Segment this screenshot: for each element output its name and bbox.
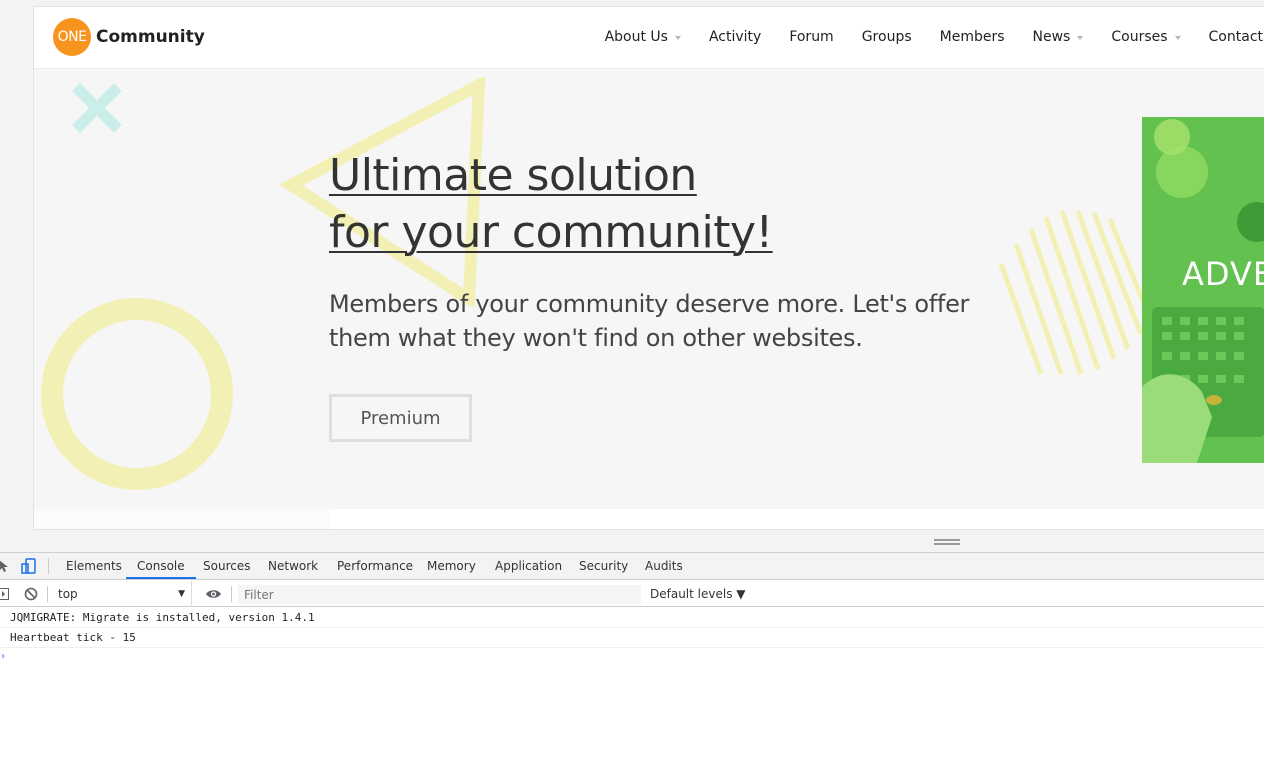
nav-label: About Us — [604, 29, 668, 45]
nav-item-forum[interactable]: Forum — [789, 29, 833, 45]
main-nav: About Us Activity Forum Groups Members N… — [577, 7, 1264, 67]
tab-performance[interactable]: Performance — [337, 553, 413, 579]
tab-memory[interactable]: Memory — [427, 553, 476, 579]
hero-subtitle: Members of your community deserve more. … — [329, 287, 1029, 355]
dropdown-caret-icon — [1174, 35, 1181, 40]
chevron-down-icon: ▼ — [178, 589, 185, 599]
nav-label: Forum — [789, 29, 834, 45]
tab-console[interactable]: Console — [126, 553, 196, 579]
console-message: JQMIGRATE: Migrate is installed, version… — [0, 608, 1264, 628]
advertisement-banner[interactable]: ADVE — [1142, 117, 1264, 463]
tab-elements[interactable]: Elements — [66, 553, 122, 579]
nav-label: Groups — [861, 29, 912, 45]
nav-label: Activity — [708, 29, 762, 45]
nav-item-contact[interactable]: Contact — [1209, 29, 1263, 45]
mint-x-decoration — [72, 83, 122, 133]
browser-viewport: ONE Community About Us Activity Forum Gr… — [0, 0, 1264, 552]
console-filter-input[interactable] — [238, 585, 641, 604]
nav-item-groups[interactable]: Groups — [862, 29, 912, 45]
yellow-ring-decoration — [41, 298, 233, 490]
console-toolbar: top ▼ Default levels ▼ — [0, 581, 1264, 607]
hero-bottom-edge — [329, 509, 1264, 529]
tab-security[interactable]: Security — [579, 553, 628, 579]
log-levels-dropdown[interactable]: Default levels ▼ — [650, 581, 746, 607]
ad-headline: ADVE — [1182, 255, 1264, 293]
hero-title-line: Ultimate solution — [329, 150, 697, 201]
toolbar-divider — [231, 586, 232, 602]
tab-sources[interactable]: Sources — [203, 553, 250, 579]
tab-application[interactable]: Application — [495, 553, 562, 579]
tab-audits[interactable]: Audits — [645, 553, 683, 579]
show-sidebar-icon[interactable] — [0, 588, 9, 600]
nav-item-about-us[interactable]: About Us — [605, 29, 681, 45]
nav-label: Contact — [1208, 29, 1263, 45]
hero-section: Ultimate solution for your community! Me… — [34, 69, 1264, 509]
hero-title[interactable]: Ultimate solution for your community! — [329, 147, 773, 261]
device-toolbar-icon[interactable] — [21, 558, 37, 574]
nav-label: News — [1032, 29, 1071, 45]
devtools-tab-bar: Elements Console Sources Network Perform… — [0, 553, 1264, 580]
site-header: ONE Community About Us Activity Forum Gr… — [34, 7, 1264, 69]
devtools-panel: Elements Console Sources Network Perform… — [0, 552, 1264, 774]
nav-item-members[interactable]: Members — [940, 29, 1005, 45]
premium-button[interactable]: Premium — [329, 394, 472, 442]
nav-item-activity[interactable]: Activity — [709, 29, 761, 45]
web-page: ONE Community About Us Activity Forum Gr… — [33, 6, 1264, 530]
inspect-element-icon[interactable] — [0, 559, 10, 573]
hero-bottom-edge — [34, 509, 329, 529]
toolbar-divider — [48, 558, 49, 574]
nav-label: Members — [939, 29, 1005, 45]
hero-subtitle-line: Members of your community deserve more. … — [329, 290, 970, 318]
site-logo[interactable]: ONE Community — [53, 18, 205, 56]
context-value: top — [58, 587, 78, 601]
console-output: JQMIGRATE: Migrate is installed, version… — [0, 608, 1264, 648]
console-message: Heartbeat tick - 15 — [0, 628, 1264, 648]
resize-grip[interactable] — [934, 539, 960, 545]
tab-network[interactable]: Network — [268, 553, 318, 579]
nav-label: Courses — [1111, 29, 1168, 45]
logo-text: Community — [96, 27, 205, 47]
dropdown-caret-icon — [674, 35, 681, 40]
logo-badge: ONE — [53, 18, 91, 56]
hero-title-line: for your community! — [329, 207, 773, 258]
nav-item-courses[interactable]: Courses — [1111, 29, 1181, 45]
live-expression-eye-icon[interactable] — [205, 588, 222, 600]
toolbar-divider — [47, 586, 48, 602]
dropdown-caret-icon — [1077, 35, 1084, 40]
clear-console-icon[interactable] — [24, 587, 38, 601]
context-select[interactable]: top ▼ — [50, 581, 192, 607]
console-prompt[interactable]: › — [0, 651, 8, 662]
nav-item-news[interactable]: News — [1033, 29, 1084, 45]
hero-subtitle-line: them what they won't find on other websi… — [329, 324, 863, 352]
